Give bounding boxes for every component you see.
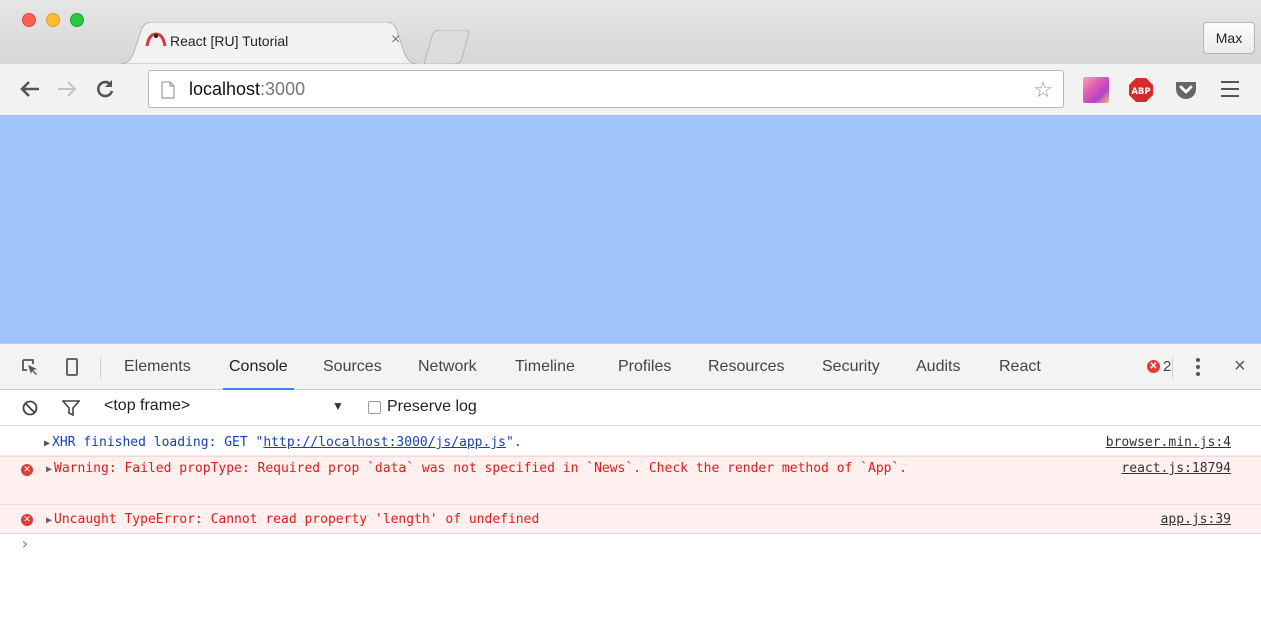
device-mode-icon[interactable] [66, 358, 78, 376]
console-message-xhr: ▶ XHR finished loading: GET "http://local… [0, 427, 1261, 456]
preserve-log-checkbox[interactable]: Preserve log [368, 398, 477, 416]
forward-arrow-icon[interactable] [55, 77, 79, 101]
adblock-plus-icon[interactable]: ABP [1128, 77, 1154, 103]
frame-select[interactable]: <top frame> [104, 397, 190, 415]
more-options-icon[interactable] [1196, 358, 1200, 379]
tab-audits[interactable]: Audits [916, 358, 960, 376]
tab-timeline[interactable]: Timeline [515, 358, 575, 376]
tab-profiles[interactable]: Profiles [618, 358, 671, 376]
tab-elements[interactable]: Elements [124, 358, 191, 376]
console-message-error: ✕ ▶ Uncaught TypeError: Cannot read prope… [0, 505, 1261, 534]
console-messages: ▶ XHR finished loading: GET "http://local… [0, 427, 1261, 558]
console-filterbar: <top frame> ▼ Preserve log [0, 390, 1261, 426]
source-link[interactable]: react.js:18794 [1121, 461, 1231, 476]
back-arrow-icon[interactable] [18, 77, 42, 101]
gradient-extension-icon[interactable] [1083, 77, 1109, 103]
error-icon: ✕ [21, 514, 33, 526]
source-link[interactable]: app.js:39 [1161, 512, 1231, 527]
hamburger-menu-icon[interactable] [1221, 81, 1239, 97]
clear-console-icon[interactable] [22, 400, 38, 416]
xhr-url-link[interactable]: http://localhost:3000/js/app.js [263, 435, 506, 450]
devtools-panel: Elements Console Sources Network Timelin… [0, 343, 1261, 641]
window-zoom-button[interactable] [70, 13, 84, 27]
bookmark-star-icon[interactable]: ☆ [1033, 77, 1053, 103]
tab-react[interactable]: React [999, 358, 1041, 376]
filter-icon[interactable] [62, 400, 80, 416]
address-bar[interactable]: localhost:3000 ☆ [148, 70, 1064, 108]
source-link[interactable]: browser.min.js:4 [1106, 435, 1231, 450]
tab-resources[interactable]: Resources [708, 358, 784, 376]
react-favicon-icon [145, 32, 167, 47]
reload-icon[interactable] [93, 77, 117, 101]
tab-network[interactable]: Network [418, 358, 477, 376]
inspect-element-icon[interactable] [21, 358, 39, 376]
new-tab-button[interactable] [424, 30, 474, 64]
console-message-warning: ✕ ▶ Warning: Failed propType: Required pr… [0, 456, 1261, 505]
tab-close-button[interactable]: × [391, 31, 400, 49]
expand-triangle-icon[interactable]: ▶ [46, 515, 52, 526]
page-icon [161, 81, 175, 99]
devtools-tabbar: Elements Console Sources Network Timelin… [0, 343, 1261, 390]
tab-title: React [RU] Tutorial [170, 33, 289, 49]
window-minimize-button[interactable] [46, 13, 60, 27]
tab-security[interactable]: Security [822, 358, 880, 376]
svg-text:ABP: ABP [1131, 87, 1150, 97]
pocket-icon[interactable] [1173, 77, 1199, 103]
error-counter[interactable]: ✕ 2 [1147, 358, 1171, 375]
page-viewport [0, 116, 1261, 343]
window-close-button[interactable] [22, 13, 36, 27]
console-prompt[interactable]: › [20, 534, 30, 553]
chevron-down-icon[interactable]: ▼ [332, 399, 344, 413]
browser-titlebar: React [RU] Tutorial × Max [0, 0, 1261, 64]
checkbox[interactable] [368, 400, 381, 414]
error-icon: ✕ [1147, 360, 1160, 373]
close-devtools-button[interactable]: × [1234, 355, 1246, 378]
profile-button[interactable]: Max [1203, 22, 1255, 54]
expand-triangle-icon[interactable]: ▶ [46, 464, 52, 475]
expand-triangle-icon[interactable]: ▶ [44, 438, 50, 449]
browser-toolbar: localhost:3000 ☆ ABP [0, 64, 1261, 116]
tab-console[interactable]: Console [223, 358, 294, 390]
address-url: localhost:3000 [189, 79, 306, 99]
tab-sources[interactable]: Sources [323, 358, 382, 376]
browser-tab-active[interactable]: React [RU] Tutorial × [120, 22, 418, 64]
